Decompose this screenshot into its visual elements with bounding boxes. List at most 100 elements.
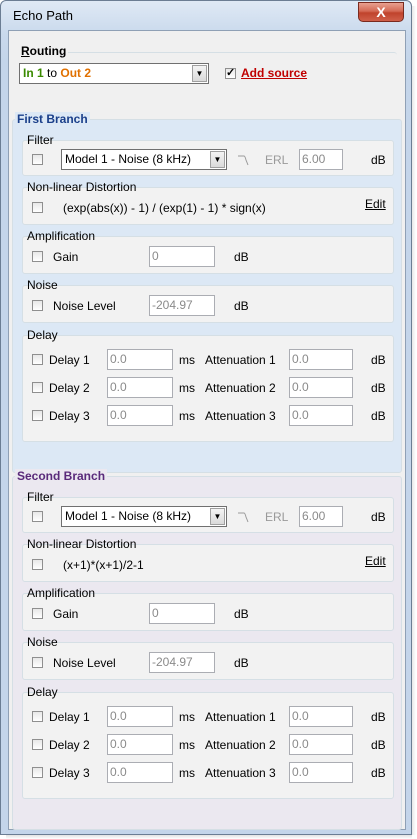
filter-group: Filter Model 1 - Noise (8 kHz) ▼ ERL 6.0… <box>22 133 394 176</box>
filter-curve-icon <box>238 512 249 523</box>
delay-checkbox[interactable] <box>32 739 43 750</box>
delay-row: Delay 1 0.0 ms Attenuation 1 0.0 dB <box>23 348 395 372</box>
distortion-group: Non-linear Distortion (exp(abs(x)) - 1) … <box>22 180 394 225</box>
attenuation-input[interactable]: 0.0 <box>289 405 353 426</box>
gain-input[interactable]: 0 <box>149 246 215 267</box>
delay-row: Delay 1 0.0 ms Attenuation 1 0.0 dB <box>23 705 395 729</box>
distortion-formula: (exp(abs(x)) - 1) / (exp(1) - 1) * sign(… <box>63 201 266 215</box>
delay-row-label: Delay 1 <box>49 353 90 367</box>
delay-row: Delay 2 0.0 ms Attenuation 2 0.0 dB <box>23 733 395 757</box>
filter-model-select[interactable]: Model 1 - Noise (8 kHz) ▼ <box>61 506 227 527</box>
delay-row: Delay 3 0.0 ms Attenuation 3 0.0 dB <box>23 404 395 428</box>
add-source-label[interactable]: Add source <box>241 66 307 80</box>
delay-unit: ms <box>179 409 195 423</box>
distortion-checkbox[interactable] <box>32 202 43 213</box>
erl-input[interactable]: 6.00 <box>299 149 343 170</box>
gain-checkbox[interactable] <box>32 608 43 619</box>
noise-checkbox[interactable] <box>32 657 43 668</box>
gain-checkbox[interactable] <box>32 251 43 262</box>
distortion-group: Non-linear Distortion (x+1)*(x+1)/2-1 Ed… <box>22 537 394 582</box>
noise-label: Noise <box>27 635 58 649</box>
attenuation-input[interactable]: 0.0 <box>289 762 353 783</box>
filter-model-select[interactable]: Model 1 - Noise (8 kHz) ▼ <box>61 149 227 170</box>
delay-input[interactable]: 0.0 <box>107 349 173 370</box>
filter-checkbox[interactable] <box>32 154 43 165</box>
delay-input[interactable]: 0.0 <box>107 762 173 783</box>
attenuation-unit: dB <box>371 381 386 395</box>
delay-row-label: Delay 2 <box>49 381 90 395</box>
delay-checkbox[interactable] <box>32 382 43 393</box>
chevron-down-icon[interactable]: ▼ <box>210 151 225 168</box>
branch-title: Second Branch <box>15 469 108 483</box>
delay-input[interactable]: 0.0 <box>107 706 173 727</box>
close-button[interactable]: X <box>358 2 404 22</box>
delay-label: Delay <box>27 685 58 699</box>
delay-group: Delay Delay 1 0.0 ms Attenuation 1 0.0 d… <box>22 685 395 799</box>
distortion-edit-link[interactable]: Edit <box>365 554 386 568</box>
distortion-checkbox[interactable] <box>32 559 43 570</box>
filter-model-value: Model 1 - Noise (8 kHz) <box>65 509 192 523</box>
delay-row-label: Delay 1 <box>49 710 90 724</box>
noise-group: Noise Noise Level -204.97 dB <box>22 635 394 680</box>
noise-level-label: Noise Level <box>53 656 116 670</box>
window-title: Echo Path <box>13 8 73 23</box>
gain-unit: dB <box>234 607 249 621</box>
delay-row: Delay 2 0.0 ms Attenuation 2 0.0 dB <box>23 376 395 400</box>
echo-path-window: Echo Path X Routing In 1 to Out 2 ▼ Add … <box>0 0 412 835</box>
attenuation-label: Attenuation 3 <box>205 766 276 780</box>
filter-model-value: Model 1 - Noise (8 kHz) <box>65 152 192 166</box>
erl-label: ERL <box>265 510 289 524</box>
delay-unit: ms <box>179 381 195 395</box>
attenuation-input[interactable]: 0.0 <box>289 349 353 370</box>
noise-level-input[interactable]: -204.97 <box>149 652 215 673</box>
attenuation-input[interactable]: 0.0 <box>289 734 353 755</box>
noise-unit: dB <box>234 299 249 313</box>
attenuation-input[interactable]: 0.0 <box>289 377 353 398</box>
delay-checkbox[interactable] <box>32 410 43 421</box>
gain-label: Gain <box>53 607 79 621</box>
delay-checkbox[interactable] <box>32 711 43 722</box>
noise-level-label: Noise Level <box>53 299 116 313</box>
chevron-down-icon[interactable]: ▼ <box>210 508 225 525</box>
close-icon: X <box>376 4 386 20</box>
routing-group: Routing In 1 to Out 2 ▼ Add source <box>19 44 397 104</box>
gain-unit: dB <box>234 250 249 264</box>
attenuation-unit: dB <box>371 409 386 423</box>
delay-checkbox[interactable] <box>32 354 43 365</box>
delay-checkbox[interactable] <box>32 767 43 778</box>
dialog-client-area: Routing In 1 to Out 2 ▼ Add source First… <box>8 30 406 830</box>
add-source-checkbox[interactable] <box>225 66 236 79</box>
attenuation-unit: dB <box>371 738 386 752</box>
delay-unit: ms <box>179 766 195 780</box>
noise-level-input[interactable]: -204.97 <box>149 295 215 316</box>
distortion-formula: (x+1)*(x+1)/2-1 <box>63 558 144 572</box>
amplification-label: Amplification <box>27 586 96 600</box>
delay-row: Delay 3 0.0 ms Attenuation 3 0.0 dB <box>23 761 395 785</box>
second-branch-group: Second Branch Filter Model 1 - Noise (8 … <box>12 469 402 830</box>
attenuation-unit: dB <box>371 766 386 780</box>
delay-unit: ms <box>179 710 195 724</box>
noise-checkbox[interactable] <box>32 300 43 311</box>
filter-checkbox[interactable] <box>32 511 43 522</box>
delay-input[interactable]: 0.0 <box>107 405 173 426</box>
delay-input[interactable]: 0.0 <box>107 377 173 398</box>
erl-label: ERL <box>265 153 289 167</box>
chevron-down-icon[interactable]: ▼ <box>192 65 207 82</box>
routing-select[interactable]: In 1 to Out 2 ▼ <box>19 63 209 84</box>
amplification-label: Amplification <box>27 229 96 243</box>
delay-row-label: Delay 2 <box>49 738 90 752</box>
delay-input[interactable]: 0.0 <box>107 734 173 755</box>
attenuation-input[interactable]: 0.0 <box>289 706 353 727</box>
erl-input[interactable]: 6.00 <box>299 506 343 527</box>
distortion-edit-link[interactable]: Edit <box>365 197 386 211</box>
noise-group: Noise Noise Level -204.97 dB <box>22 278 394 323</box>
filter-label: Filter <box>27 490 54 504</box>
routing-in: In 1 <box>23 66 44 80</box>
erl-unit: dB <box>371 510 386 524</box>
filter-group: Filter Model 1 - Noise (8 kHz) ▼ ERL 6.0… <box>22 490 394 533</box>
gain-input[interactable]: 0 <box>149 603 215 624</box>
attenuation-label: Attenuation 2 <box>205 738 276 752</box>
routing-out: Out 2 <box>60 66 92 80</box>
delay-label: Delay <box>27 328 58 342</box>
erl-unit: dB <box>371 153 386 167</box>
